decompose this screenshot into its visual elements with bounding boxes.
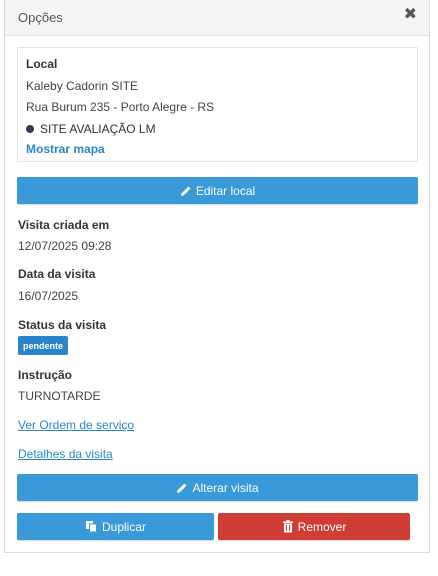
panel-header: Opções ✖ <box>5 0 429 36</box>
duplicate-label: Duplicar <box>101 519 146 534</box>
local-site-name: SITE AVALIAÇÃO LM <box>40 122 156 136</box>
local-address: Rua Burum 235 - Porto Alegre - RS <box>26 100 215 114</box>
instruction-value: TURNOTARDE <box>18 389 101 403</box>
edit-local-label: Editar local <box>195 183 256 198</box>
pencil-icon <box>180 186 191 196</box>
edit-visit-label: Alterar visita <box>192 480 259 495</box>
pencil-icon <box>177 483 187 493</box>
copy-icon <box>85 521 97 533</box>
show-map-link[interactable]: Mostrar mapa <box>26 142 105 156</box>
visit-details-link[interactable]: Detalhes da visita <box>18 447 113 461</box>
local-name: Kaleby Cadorin SITE <box>26 79 139 93</box>
date-label: Data da visita <box>18 267 96 281</box>
service-order-link[interactable]: Ver Ordem de serviço <box>18 418 134 432</box>
duplicate-button[interactable]: Duplicar <box>17 513 214 540</box>
dot-icon <box>26 125 34 133</box>
edit-local-button[interactable]: Editar local <box>17 177 418 204</box>
close-icon[interactable]: ✖ <box>404 6 417 24</box>
created-value: 12/07/2025 09:28 <box>18 239 112 253</box>
status-badge: pendente <box>18 336 69 355</box>
options-panel: Opções ✖ Local Kaleby Cadorin SITE Rua B… <box>4 0 430 553</box>
local-site: SITE AVALIAÇÃO LM <box>26 122 156 136</box>
local-title: Local <box>26 57 58 71</box>
status-label: Status da visita <box>18 318 107 332</box>
panel-title: Opções <box>18 10 63 25</box>
remove-label: Remover <box>297 519 347 534</box>
instruction-label: Instrução <box>18 368 73 382</box>
edit-visit-button[interactable]: Alterar visita <box>17 474 418 501</box>
remove-button[interactable]: Remover <box>218 513 410 540</box>
trash-icon <box>282 520 293 533</box>
date-value: 16/07/2025 <box>18 289 79 303</box>
local-box: Local Kaleby Cadorin SITE Rua Burum 235 … <box>17 47 418 162</box>
created-label: Visita criada em <box>18 218 110 232</box>
